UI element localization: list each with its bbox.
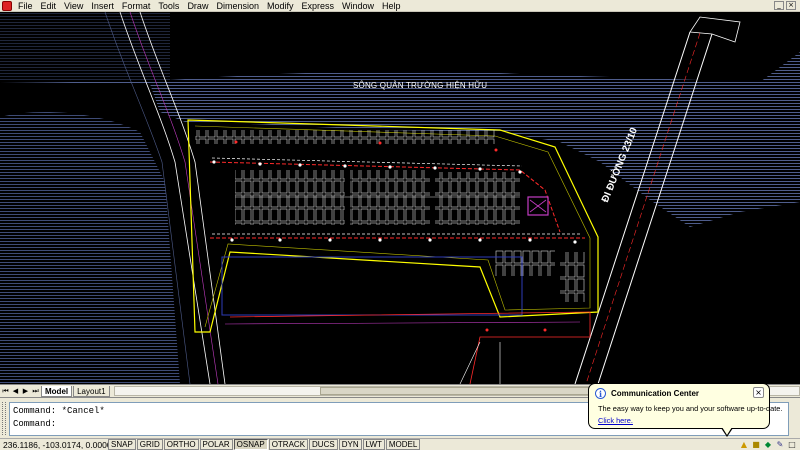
- menu-format[interactable]: Format: [118, 0, 155, 12]
- tab-layout1[interactable]: Layout1: [73, 385, 110, 397]
- network-icon[interactable]: ◆: [763, 440, 773, 450]
- command-window-gripper[interactable]: [2, 402, 6, 435]
- menu-dimension[interactable]: Dimension: [212, 0, 263, 12]
- menu-file[interactable]: File: [14, 0, 37, 12]
- ortho-toggle[interactable]: ORTHO: [163, 439, 199, 450]
- balloon-message: The easy way to keep you and your softwa…: [598, 404, 783, 413]
- balloon-title: Communication Center: [611, 389, 700, 398]
- lot-block-3: [435, 172, 520, 225]
- comm-center-icon[interactable]: ▲: [739, 440, 749, 450]
- model-toggle[interactable]: MODEL: [385, 439, 421, 450]
- next-tab-icon[interactable]: ▶: [21, 387, 30, 396]
- menu-window[interactable]: Window: [338, 0, 378, 12]
- menu-express[interactable]: Express: [298, 0, 339, 12]
- lwt-toggle[interactable]: LWT: [362, 439, 385, 450]
- menu-modify[interactable]: Modify: [263, 0, 298, 12]
- grid-toggle[interactable]: GRID: [136, 439, 163, 450]
- menu-edit[interactable]: Edit: [37, 0, 61, 12]
- internal-road-north-white: [211, 157, 523, 167]
- status-tray: ▲ ■ ◆ ✎ □: [739, 440, 800, 450]
- autocad-app-icon[interactable]: [2, 0, 12, 11]
- clean-screen-icon[interactable]: □: [787, 440, 797, 450]
- dyn-toggle[interactable]: DYN: [338, 439, 362, 450]
- parking-row-top: [195, 130, 495, 144]
- lot-block-5: [560, 252, 585, 302]
- status-bar: 236.1186, -103.0174, 0.0000 SNAP GRID OR…: [0, 438, 800, 450]
- osnap-toggle[interactable]: OSNAP: [233, 439, 268, 450]
- close-button[interactable]: ×: [786, 1, 796, 10]
- menu-draw[interactable]: Draw: [183, 0, 212, 12]
- hatch-strip-top-left: [0, 12, 170, 82]
- menu-help[interactable]: Help: [378, 0, 405, 12]
- lot-block-4: [495, 250, 555, 276]
- scrollbar-thumb[interactable]: [319, 387, 594, 395]
- balloon-close-icon[interactable]: ×: [753, 387, 764, 398]
- pen-icon[interactable]: ✎: [775, 440, 785, 450]
- info-icon: i: [595, 388, 606, 399]
- lot-block-2: [350, 170, 430, 225]
- otrack-toggle[interactable]: OTRACK: [268, 439, 309, 450]
- site-boundary: [187, 119, 599, 333]
- snap-toggle[interactable]: SNAP: [108, 439, 136, 450]
- menu-bar: File Edit View Insert Format Tools Draw …: [0, 0, 800, 12]
- menu-tools[interactable]: Tools: [154, 0, 183, 12]
- menu-insert[interactable]: Insert: [87, 0, 118, 12]
- river-label: SÔNG QUẢN TRƯỜNG HIỆN HỮU: [353, 81, 488, 90]
- coordinate-readout[interactable]: 236.1186, -103.0174, 0.0000: [0, 440, 108, 450]
- menu-view[interactable]: View: [60, 0, 87, 12]
- communication-center-balloon: i Communication Center × The easy way to…: [588, 383, 782, 437]
- lower-plot-outline: [221, 256, 523, 316]
- lock-icon[interactable]: ■: [751, 440, 761, 450]
- prev-tab-icon[interactable]: ◀: [11, 387, 20, 396]
- lot-block-1: [235, 170, 345, 225]
- first-tab-icon[interactable]: ⏮: [1, 387, 10, 396]
- site-boundary-inner: [194, 125, 591, 328]
- balloon-link[interactable]: Click here.: [598, 416, 633, 425]
- tab-model[interactable]: Model: [41, 385, 73, 397]
- river-hatch-west: [0, 112, 180, 384]
- last-tab-icon[interactable]: ⏭: [31, 387, 40, 396]
- ducs-toggle[interactable]: DUCS: [309, 439, 338, 450]
- minimize-button[interactable]: _: [774, 1, 784, 10]
- drawing-canvas[interactable]: SÔNG QUẢN TRƯỜNG HIỆN HỮU ĐI ĐƯỜNG 23/10: [0, 12, 800, 384]
- polar-toggle[interactable]: POLAR: [199, 439, 233, 450]
